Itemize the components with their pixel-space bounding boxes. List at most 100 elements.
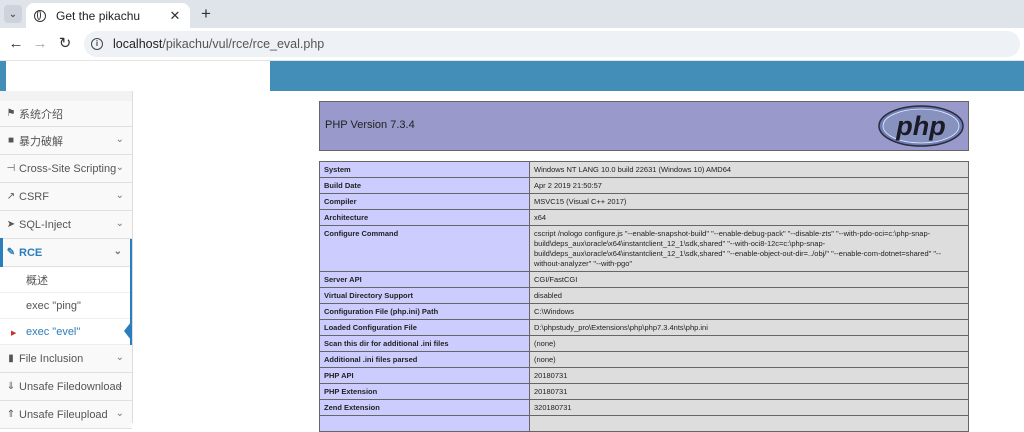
table-row: Loaded Configuration File D:\phpstudy_pro…	[319, 319, 969, 336]
address-bar[interactable]: i localhost/pikachu/vul/rce/rce_eval.php	[84, 31, 1020, 57]
lock-icon: ■	[7, 135, 15, 146]
new-tab-plus-icon[interactable]: +	[196, 4, 216, 24]
row-value: 20180731	[529, 367, 969, 384]
forward-arrow-icon[interactable]: →	[30, 34, 50, 54]
upload-icon: ⇑	[6, 409, 16, 420]
sidebar-subitem-label: 概述	[26, 274, 48, 287]
sidebar-item-sqli[interactable]: ➤ SQL-Inject ⌄	[0, 211, 132, 239]
chevron-down-icon: ⌄	[115, 190, 124, 201]
row-value: x64	[529, 209, 969, 226]
row-key: Loaded Configuration File	[319, 319, 530, 336]
table-row: Compiler MSVC15 (Visual C++ 2017)	[319, 193, 969, 210]
sidebar-item-csrf[interactable]: ↗ CSRF ⌄	[0, 183, 132, 211]
sidebar-subitem-label: exec "evel"	[26, 325, 81, 338]
chevron-down-icon: ⌄	[113, 246, 122, 257]
table-row: Configure Command cscript /nologo configu…	[319, 225, 969, 272]
bullet-icon: ▶	[11, 330, 17, 337]
sitemap-icon: ⊣	[6, 163, 16, 174]
row-value: (none)	[529, 351, 969, 368]
row-key	[319, 415, 530, 432]
row-key: Server API	[319, 271, 530, 288]
table-row: Scan this dir for additional .ini files(…	[319, 335, 969, 352]
site-info-icon[interactable]: i	[91, 38, 103, 50]
sidebar-item-xss[interactable]: ⊣ Cross-Site Scripting ⌄	[0, 155, 132, 183]
table-row: Build Date Apr 2 2019 21:50:57	[319, 177, 969, 194]
table-row: System Windows NT LANG 10.0 build 22631 (…	[319, 161, 969, 178]
sidebar-item-label: SQL-Inject	[19, 218, 71, 231]
rce-group: ✎ RCE ⌄ 概述 exec "ping" ▶ exec "evel"	[0, 238, 132, 345]
row-value: MSVC15 (Visual C++ 2017)	[529, 193, 969, 210]
header-logo-area	[6, 61, 270, 91]
url-text[interactable]: localhost/pikachu/vul/rce/rce_eval.php	[113, 37, 324, 51]
row-value: disabled	[529, 287, 969, 304]
row-key: Configuration File (php.ini) Path	[319, 303, 530, 320]
chevron-down-icon: ⌄	[115, 408, 124, 419]
row-value: D:\phpstudy_pro\Extensions\php\php7.3.4n…	[529, 319, 969, 336]
sidebar-item-unsafe-download[interactable]: ⇓ Unsafe Filedownload ⌄	[0, 373, 132, 401]
table-row: Zend Extension 320180731	[319, 399, 969, 416]
row-value: (none)	[529, 335, 969, 352]
sidebar-item-label: Unsafe Filedownload	[19, 380, 122, 393]
browser-toolbar: ← → ↻ i localhost/pikachu/vul/rce/rce_ev…	[0, 28, 1024, 61]
sidebar-item-rce[interactable]: ✎ RCE ⌄	[0, 238, 130, 267]
pencil-icon: ✎	[6, 247, 16, 258]
row-key: Build Date	[319, 177, 530, 194]
table-row: Server API CGI/FastCGI	[319, 271, 969, 288]
url-path: /pikachu/vul/rce/rce_eval.php	[162, 37, 325, 51]
table-row: PHP API 20180731	[319, 367, 969, 384]
chevron-down-icon: ⌄	[115, 162, 124, 173]
sidebar-item-label: 系统介绍	[19, 108, 63, 121]
share-icon: ↗	[6, 191, 16, 202]
row-value: 320180731	[529, 399, 969, 416]
back-arrow-icon[interactable]: ←	[6, 34, 26, 54]
php-version-title: PHP Version 7.3.4	[325, 119, 415, 131]
row-value: cscript /nologo configure.js "--enable-s…	[529, 225, 969, 272]
row-key: Architecture	[319, 209, 530, 226]
table-row: PHP Extension 20180731	[319, 383, 969, 400]
phpinfo-header: PHP Version 7.3.4 php	[319, 101, 969, 151]
chevron-down-icon: ⌄	[115, 218, 124, 229]
row-key: Compiler	[319, 193, 530, 210]
tag-icon: ⚑	[6, 108, 16, 119]
close-tab-icon[interactable]: ✕	[168, 8, 182, 24]
browser-tab[interactable]: Get the pikachu ✕	[26, 3, 190, 28]
sidebar-item-label: RCE	[19, 246, 43, 259]
sidebar-subitem-exec-ping[interactable]: exec "ping"	[0, 293, 130, 319]
table-row: Configuration File (php.ini) Path C:\Wind…	[319, 303, 969, 320]
row-key: PHP API	[319, 367, 530, 384]
sidebar-item-bruteforce[interactable]: ■ 暴力破解 ⌄	[0, 127, 132, 155]
row-key: Configure Command	[319, 225, 530, 272]
sidebar-item-unsafe-upload[interactable]: ⇑ Unsafe Fileupload ⌄	[0, 401, 132, 429]
row-value: C:\Windows	[529, 303, 969, 320]
chevron-down-icon: ⌄	[115, 134, 124, 145]
page-header-bar	[0, 61, 1024, 91]
row-key: Zend Extension	[319, 399, 530, 416]
file-icon: ▮	[8, 353, 14, 364]
phpinfo-table: System Windows NT LANG 10.0 build 22631 (…	[319, 161, 969, 432]
chevron-down-icon: ⌄	[115, 352, 124, 363]
row-value	[529, 415, 969, 432]
sidebar-item-label: Cross-Site Scripting	[19, 162, 117, 175]
sidebar-subitem-label: exec "ping"	[26, 299, 81, 312]
sidebar-item-file-inclusion[interactable]: ▮ File Inclusion ⌄	[0, 345, 132, 373]
php-logo-text: php	[895, 111, 945, 141]
sidebar-nav: ⚑ 系统介绍 ■ 暴力破解 ⌄ ⊣ Cross-Site Scripting ⌄…	[0, 91, 133, 429]
sidebar-subitem-exec-evel[interactable]: ▶ exec "evel"	[0, 319, 131, 345]
sidebar-item-intro[interactable]: ⚑ 系统介绍	[0, 101, 132, 127]
row-value: 20180731	[529, 383, 969, 400]
tab-search-chevron-icon[interactable]: ⌄	[4, 5, 22, 23]
download-icon: ⇓	[6, 381, 16, 392]
globe-icon	[34, 9, 46, 22]
tab-title: Get the pikachu	[56, 8, 141, 23]
table-row: Additional .ini files parsed (none)	[319, 351, 969, 368]
sidebar-item-label: CSRF	[19, 190, 49, 203]
sidebar-subitem-overview[interactable]: 概述	[0, 267, 130, 293]
row-value: Apr 2 2019 21:50:57	[529, 177, 969, 194]
table-row: Architecture x64	[319, 209, 969, 226]
table-row	[319, 415, 969, 432]
reload-icon[interactable]: ↻	[55, 34, 75, 54]
php-logo: php	[878, 105, 964, 147]
row-key: System	[319, 161, 530, 178]
browser-tab-strip: ⌄ Get the pikachu ✕ +	[0, 0, 1024, 28]
row-value: CGI/FastCGI	[529, 271, 969, 288]
